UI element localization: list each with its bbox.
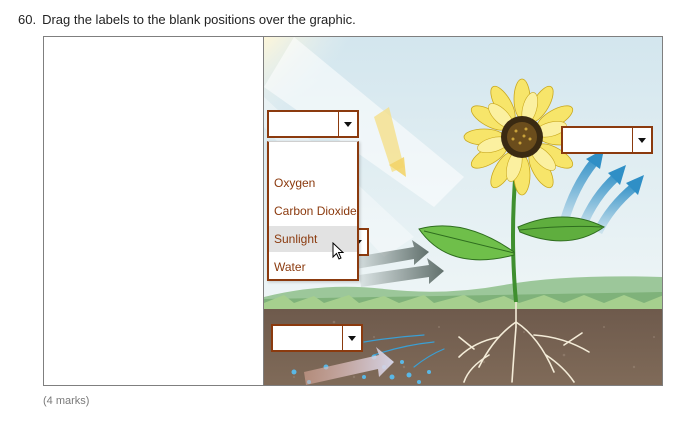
option-oxygen[interactable]: Oxygen [269, 170, 357, 196]
drop-zone-oxygen[interactable] [561, 126, 653, 154]
question-prompt: 60. Drag the labels to the blank position… [18, 12, 356, 27]
question-text: Drag the labels to the blank positions o… [42, 12, 356, 27]
marks-label: (4 marks) [43, 395, 90, 407]
dropdown-arrow-icon[interactable] [342, 326, 361, 350]
option-carbon-dioxide[interactable]: Carbon Dioxide [269, 198, 357, 224]
mouse-cursor-icon [332, 242, 345, 260]
dropdown-arrow-icon[interactable] [632, 128, 651, 152]
label-bank-panel[interactable] [43, 36, 263, 386]
question-number: 60. [18, 12, 37, 27]
dropdown-arrow-icon[interactable] [338, 112, 357, 136]
drop-zone-water[interactable] [271, 324, 363, 352]
drop-zone-sunlight[interactable] [267, 110, 359, 138]
